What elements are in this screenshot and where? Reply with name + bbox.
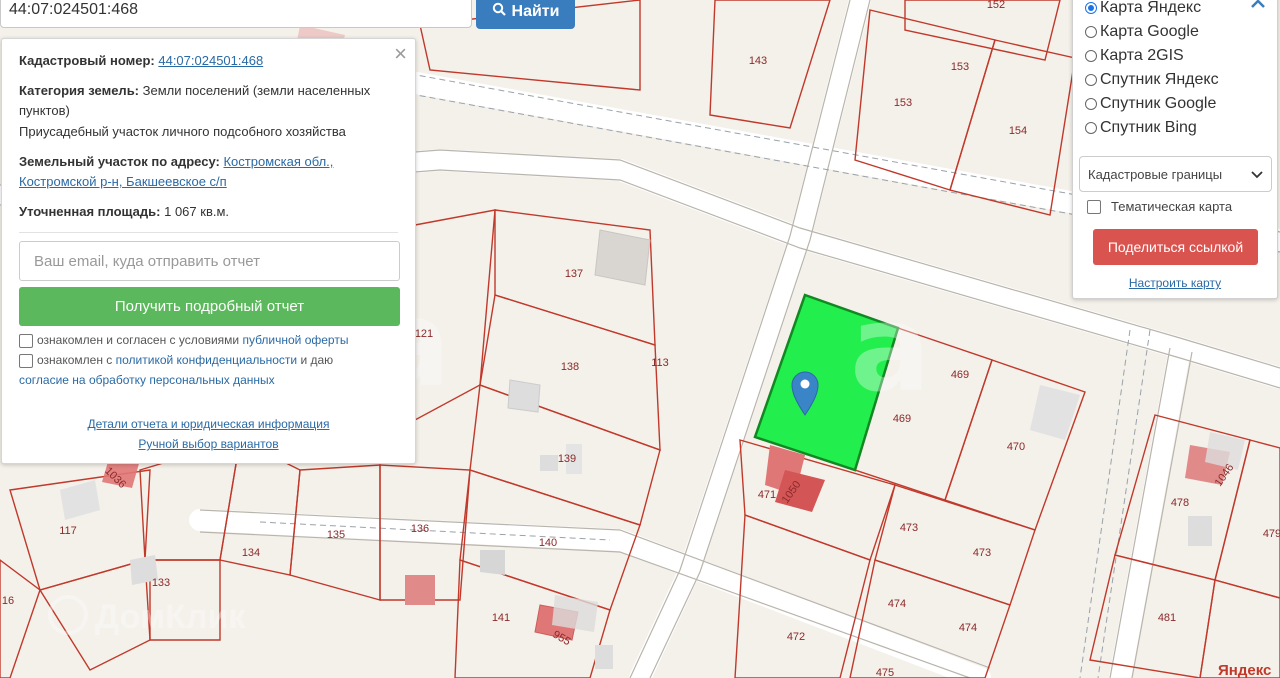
chevron-up-icon[interactable] [1251,0,1265,14]
parcel-label: 140 [539,537,557,549]
layer-radio[interactable] [1085,98,1097,110]
area-row: Уточненная площадь: 1 067 кв.м. [19,202,403,222]
parcel-label: 139 [558,453,576,465]
search-button-label: Найти [511,2,560,20]
parcel-label: 153 [951,61,969,73]
layer-option[interactable]: Спутник Яндекс [1085,71,1219,89]
map-attribution: Яндекс [1218,662,1272,678]
parcel-label: 141 [492,612,510,624]
parcel-label: 469 [951,369,969,381]
area-label: Уточненная площадь: [19,204,161,219]
parcel-label: 137 [565,268,583,280]
layer-radio[interactable] [1085,26,1097,38]
layer-option-label: Карта 2GIS [1100,47,1184,64]
search-input-value: 44:07:024501:468 [9,1,139,18]
svg-text:ДомКлик: ДомКлик [95,598,246,636]
layer-option-label: Карта Google [1100,23,1199,40]
chevron-down-icon [1251,167,1263,182]
parcel-label: 473 [900,522,918,534]
privacy-agreement: ознакомлен с политикой конфиденциальност… [19,350,389,390]
email-field[interactable]: Ваш email, куда отправить отчет [19,241,400,281]
privacy-link[interactable]: политикой конфиденциальности [116,353,297,367]
privacy-text-2: и даю [300,353,334,367]
address-link-2[interactable]: Костромской р-н, Бакшеевское с/п [19,174,227,189]
layer-select-value: Кадастровые границы [1088,166,1223,182]
parcel-label: 133 [152,577,170,589]
layer-radio[interactable] [1085,74,1097,86]
offer-agreement: ознакомлен и согласен с условиями публич… [19,330,348,350]
address-row: Земельный участок по адресу: Костромская… [19,152,403,192]
parcel-label: 16 [2,595,14,607]
parcel-label: 136 [411,523,429,535]
usage-text: Приусадебный участок личного подсобного … [19,124,346,139]
layer-radio[interactable] [1085,50,1097,62]
details-link[interactable]: Детали отчета и юридическая информация [2,417,415,431]
thematic-checkbox[interactable] [1087,199,1101,214]
parcel-label: 475 [876,667,894,678]
parcel-label: 479 [1263,528,1280,540]
share-link-button[interactable]: Поделиться ссылкой [1093,229,1258,265]
parcel-label: 474 [959,622,977,634]
parcel-label: 472 [787,631,805,643]
layer-option[interactable]: Карта 2GIS [1085,47,1184,65]
parcel-label: 470 [1007,441,1025,453]
privacy-text-1: ознакомлен с [37,353,113,367]
search-input[interactable]: 44:07:024501:468 [0,0,472,28]
configure-map-link[interactable]: Настроить карту [1073,276,1277,290]
search-icon [492,2,506,21]
parcel-label: 474 [888,598,906,610]
layer-option[interactable]: Спутник Google [1085,95,1216,113]
email-placeholder: Ваш email, куда отправить отчет [34,252,261,270]
category-label: Категория земель: [19,83,140,98]
parcel-label: 153 [894,97,912,109]
layer-radio[interactable] [1085,2,1097,14]
thematic-map-toggle[interactable]: Тематическая карта [1087,199,1232,214]
parcel-label: 154 [1009,125,1027,137]
address-link-1[interactable]: Костромская обл., [223,154,333,169]
offer-checkbox[interactable] [19,333,33,348]
get-report-button[interactable]: Получить подробный отчет [19,287,400,326]
layer-radio[interactable] [1085,122,1097,134]
parcel-label: 117 [59,525,77,537]
consent-link[interactable]: согласие на обработку персональных данны… [19,373,275,387]
category-row: Категория земель: Земли поселений (земли… [19,81,403,121]
svg-text:а: а [850,280,931,419]
layer-option-label: Карта Яндекс [1100,0,1202,16]
layer-option[interactable]: Карта Google [1085,23,1199,41]
thematic-label: Тематическая карта [1111,199,1233,214]
parcel-info-panel: × Кадастровый номер: 44:07:024501:468 Ка… [1,38,416,464]
search-button[interactable]: Найти [476,0,575,29]
address-label: Земельный участок по адресу: [19,154,220,169]
parcel-label: 481 [1158,612,1176,624]
map-layer-panel: Карта Яндекс Карта Google Карта 2GIS Спутни… [1072,0,1278,299]
layer-select[interactable]: Кадастровые границы [1079,156,1272,192]
parcel-label: 134 [242,547,260,559]
layer-option[interactable]: Спутник Bing [1085,119,1197,137]
layer-option-label: Спутник Google [1100,95,1217,112]
cadastral-row: Кадастровый номер: 44:07:024501:468 [19,51,403,71]
cadastral-link[interactable]: 44:07:024501:468 [158,53,263,68]
offer-text: ознакомлен и согласен с условиями [37,333,240,347]
manual-selection-link[interactable]: Ручной выбор вариантов [2,437,415,451]
privacy-checkbox[interactable] [19,353,33,368]
layer-option-label: Спутник Bing [1100,119,1197,136]
layer-option[interactable]: Карта Яндекс [1085,0,1201,17]
area-value: 1 067 кв.м. [164,204,230,219]
parcel-label: 135 [327,529,345,541]
divider [19,232,398,233]
parcel-label: 113 [651,357,669,369]
cadastral-label: Кадастровый номер: [19,53,155,68]
parcel-label: 152 [987,0,1005,11]
parcel-label: 121 [415,328,433,340]
parcel-label: 469 [893,413,911,425]
offer-link[interactable]: публичной оферты [242,333,348,347]
parcel-label: 473 [973,547,991,559]
parcel-label: 471 [758,489,776,501]
parcel-label: 143 [749,55,767,67]
layer-option-label: Спутник Яндекс [1100,71,1219,88]
parcel-label: 138 [561,361,579,373]
parcel-label: 478 [1171,497,1189,509]
